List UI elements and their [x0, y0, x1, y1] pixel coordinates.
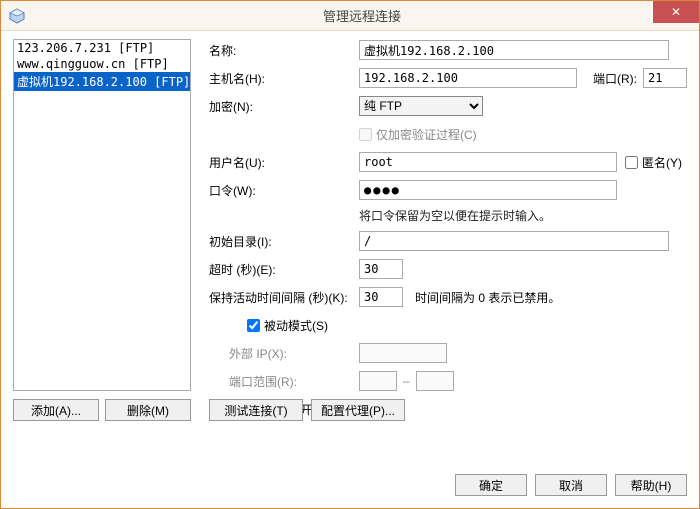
- delete-button[interactable]: 删除(M): [105, 399, 191, 421]
- extip-input: [359, 343, 447, 363]
- passive-checkbox[interactable]: 被动模式(S): [247, 317, 328, 334]
- ok-button[interactable]: 确定: [455, 474, 527, 496]
- label-initdir: 初始目录(I):: [209, 233, 359, 250]
- username-input[interactable]: [359, 152, 617, 172]
- connection-list[interactable]: 123.206.7.231 [FTP]www.qingguow.cn [FTP]…: [13, 39, 191, 391]
- close-icon: ✕: [671, 5, 681, 19]
- label-encryption: 加密(N):: [209, 98, 359, 115]
- app-icon: [9, 8, 25, 24]
- portrange-to-input: [416, 371, 454, 391]
- keepalive-hint: 时间间隔为 0 表示已禁用。: [415, 289, 560, 306]
- dialog-window: 管理远程连接 ✕ 123.206.7.231 [FTP]www.qingguow…: [0, 0, 700, 509]
- only-encrypt-auth-check[interactable]: [359, 128, 372, 141]
- label-host: 主机名(H):: [209, 70, 359, 87]
- label-username: 用户名(U):: [209, 154, 359, 171]
- passive-check[interactable]: [247, 319, 260, 332]
- portrange-from-input: [359, 371, 397, 391]
- port-input[interactable]: [643, 68, 687, 88]
- label-extip: 外部 IP(X):: [209, 345, 359, 362]
- cancel-button[interactable]: 取消: [535, 474, 607, 496]
- list-item[interactable]: 123.206.7.231 [FTP]: [14, 40, 190, 56]
- titlebar: 管理远程连接 ✕: [1, 1, 699, 31]
- window-title: 管理远程连接: [25, 6, 699, 25]
- label-keepalive: 保持活动时间间隔 (秒)(K):: [209, 289, 359, 306]
- configure-proxy-button[interactable]: 配置代理(P)...: [311, 399, 405, 421]
- password-hint: 将口令保留为空以便在提示时输入。: [359, 207, 687, 224]
- range-dash: –: [403, 374, 410, 388]
- list-item[interactable]: 虚拟机192.168.2.100 [FTP]: [14, 72, 190, 91]
- content-area: 123.206.7.231 [FTP]www.qingguow.cn [FTP]…: [13, 39, 687, 496]
- add-button[interactable]: 添加(A)...: [13, 399, 99, 421]
- help-button[interactable]: 帮助(H): [615, 474, 687, 496]
- password-input[interactable]: [359, 180, 617, 200]
- label-password: 口令(W):: [209, 182, 359, 199]
- test-connection-button[interactable]: 测试连接(T): [209, 399, 303, 421]
- dialog-buttons: 确定 取消 帮助(H): [455, 474, 687, 496]
- label-portrange: 端口范围(R):: [209, 373, 359, 390]
- encryption-select[interactable]: 纯 FTP: [359, 96, 483, 116]
- form-panel: 名称: 主机名(H): 端口(R): 加密(N): 纯 FTP 仅加密验证: [209, 39, 687, 426]
- list-item[interactable]: www.qingguow.cn [FTP]: [14, 56, 190, 72]
- name-input[interactable]: [359, 40, 669, 60]
- timeout-input[interactable]: [359, 259, 403, 279]
- anonymous-checkbox[interactable]: 匿名(Y): [625, 154, 682, 171]
- initdir-input[interactable]: [359, 231, 669, 251]
- anonymous-check[interactable]: [625, 156, 638, 169]
- only-encrypt-auth-checkbox[interactable]: 仅加密验证过程(C): [359, 126, 477, 143]
- label-name: 名称:: [209, 42, 359, 59]
- label-timeout: 超时 (秒)(E):: [209, 261, 359, 278]
- label-port: 端口(R):: [577, 70, 643, 87]
- close-button[interactable]: ✕: [653, 1, 699, 23]
- keepalive-input[interactable]: [359, 287, 403, 307]
- host-input[interactable]: [359, 68, 577, 88]
